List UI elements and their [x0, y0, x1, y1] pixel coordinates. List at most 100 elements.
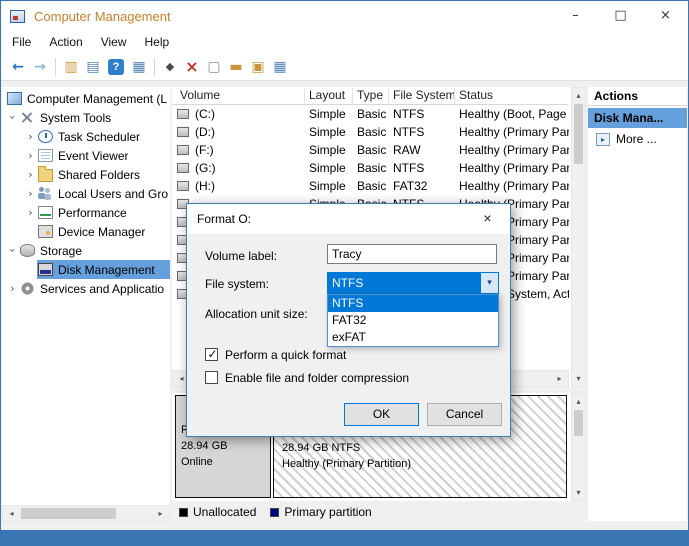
scroll-left-icon[interactable]: ◂	[3, 506, 20, 521]
chevron-right-icon[interactable]: ›	[24, 149, 37, 162]
export-list-icon[interactable]: ▤	[82, 56, 104, 78]
scroll-up-icon[interactable]: ▴	[572, 394, 585, 409]
more-actions-item[interactable]: ▸ More ...	[588, 128, 687, 150]
close-button[interactable]: ×	[643, 1, 688, 30]
quick-format-row[interactable]: ✓ Perform a quick format	[205, 347, 346, 362]
legend-label: Unallocated	[193, 505, 256, 519]
column-header-filesystem[interactable]: File System	[389, 87, 455, 104]
close-icon[interactable]: ×	[465, 204, 510, 233]
volume-status: Healthy (Primary Part	[455, 159, 569, 177]
chevron-right-icon[interactable]: ›	[24, 130, 37, 143]
storage-icon	[20, 244, 35, 257]
help-icon[interactable]: ?	[108, 59, 124, 75]
chevron-right-icon[interactable]: ›	[24, 206, 37, 219]
dropdown-option-ntfs[interactable]: NTFS	[328, 295, 498, 312]
table-row[interactable]: (F:) Simple Basic RAW Healthy (Primary P…	[172, 141, 569, 159]
chevron-right-icon[interactable]: ›	[6, 282, 19, 295]
dropdown-option-fat32[interactable]: FAT32	[328, 312, 498, 329]
sidebar-item-disk-management[interactable]: Disk Management	[2, 260, 170, 279]
menu-action[interactable]: Action	[40, 35, 91, 49]
volume-type: Basic	[353, 123, 389, 141]
sidebar-item-label: Disk Management	[58, 263, 155, 277]
volume-status: Healthy (Primary Part	[455, 177, 569, 195]
properties-icon[interactable]: ▦	[128, 56, 150, 78]
file-system-select[interactable]: NTFS ▾	[327, 272, 499, 294]
compression-row[interactable]: Enable file and folder compression	[205, 370, 409, 385]
notification-icon[interactable]: ◆	[159, 56, 181, 78]
performance-icon	[38, 206, 53, 219]
table-row[interactable]: (D:) Simple Basic NTFS Healthy (Primary …	[172, 123, 569, 141]
sidebar-item-computer-management[interactable]: Computer Management (L	[2, 89, 170, 108]
volume-layout: Simple	[305, 123, 353, 141]
sidebar-item-label: Computer Management (L	[27, 92, 167, 106]
chevron-down-icon[interactable]: ›	[6, 244, 19, 257]
dialog-title-bar[interactable]: Format O: ×	[187, 204, 510, 234]
volume-label-input[interactable]	[327, 244, 497, 264]
dropdown-option-exfat[interactable]: exFAT	[328, 329, 498, 346]
console-tree-pane: Computer Management (L › System Tools › …	[2, 87, 170, 505]
menu-help[interactable]: Help	[136, 35, 179, 49]
table-row[interactable]: (H:) Simple Basic FAT32 Healthy (Primary…	[172, 177, 569, 195]
file-system-value: NTFS	[328, 273, 481, 293]
format-dialog[interactable]: Format O: × Volume label: File system: N…	[186, 203, 511, 437]
menu-view[interactable]: View	[92, 35, 136, 49]
views-icon[interactable]: ▦	[269, 56, 291, 78]
more-actions-label: More ...	[616, 132, 657, 146]
open-folder-icon[interactable]: ▣	[247, 56, 269, 78]
quick-format-checkbox[interactable]: ✓	[205, 348, 218, 361]
task-scheduler-icon	[38, 130, 53, 143]
tree-horizontal-scrollbar[interactable]: ◂ ▸	[2, 505, 170, 522]
sidebar-item-performance[interactable]: › Performance	[2, 203, 170, 222]
forward-icon[interactable]: →	[29, 56, 51, 78]
volume-list-vertical-scrollbar[interactable]: ▴ ▾	[571, 87, 586, 387]
scroll-right-icon[interactable]: ▸	[551, 371, 568, 386]
scrollbar-thumb[interactable]	[574, 410, 583, 436]
delete-volume-icon[interactable]: ×	[181, 56, 203, 78]
file-system-label: File system:	[205, 277, 269, 291]
table-row[interactable]: (G:) Simple Basic NTFS Healthy (Primary …	[172, 159, 569, 177]
sidebar-item-system-tools[interactable]: › System Tools	[2, 108, 170, 127]
sidebar-item-event-viewer[interactable]: › Event Viewer	[2, 146, 170, 165]
sidebar-item-storage[interactable]: › Storage	[2, 241, 170, 260]
column-header-layout[interactable]: Layout	[305, 87, 353, 104]
chevron-right-icon[interactable]: ›	[24, 187, 37, 200]
scroll-down-icon[interactable]: ▾	[572, 371, 585, 386]
sidebar-item-services-applications[interactable]: › Services and Applicatio	[2, 279, 170, 298]
sidebar-item-shared-folders[interactable]: › Shared Folders	[2, 165, 170, 184]
show-console-tree-icon[interactable]: ▥	[60, 56, 82, 78]
volume-status: Healthy (Primary Part	[455, 141, 569, 159]
chevron-down-icon[interactable]: ›	[6, 111, 19, 124]
column-header-volume[interactable]: Volume	[172, 87, 305, 104]
new-volume-icon[interactable]: ▢	[203, 56, 225, 78]
scroll-up-icon[interactable]: ▴	[572, 88, 585, 103]
scrollbar-thumb[interactable]	[574, 104, 583, 164]
sidebar-item-local-users[interactable]: › Local Users and Gro	[2, 184, 170, 203]
chevron-down-icon[interactable]: ▾	[481, 273, 498, 293]
column-header-type[interactable]: Type	[353, 87, 389, 104]
sidebar-item-label: Event Viewer	[58, 149, 128, 163]
scroll-right-icon[interactable]: ▸	[152, 506, 169, 521]
scrollbar-thumb[interactable]	[21, 508, 116, 519]
chevron-right-icon[interactable]: ›	[24, 168, 37, 181]
ok-button[interactable]: OK	[344, 403, 419, 426]
menu-file[interactable]: File	[3, 35, 40, 49]
graphical-view-vertical-scrollbar[interactable]: ▴ ▾	[571, 393, 586, 501]
table-row[interactable]: (C:) Simple Basic NTFS Healthy (Boot, Pa…	[172, 105, 569, 123]
cancel-button[interactable]: Cancel	[427, 403, 502, 426]
drive-icon[interactable]: ▬	[225, 56, 247, 78]
actions-disk-management-section[interactable]: Disk Mana...	[588, 108, 687, 128]
column-header-status[interactable]: Status	[455, 87, 569, 104]
back-icon[interactable]: ←	[7, 56, 29, 78]
compression-checkbox[interactable]	[205, 371, 218, 384]
sidebar-item-device-manager[interactable]: Device Manager	[2, 222, 170, 241]
volume-icon	[177, 109, 189, 119]
title-bar[interactable]: Computer Management – □ ×	[1, 1, 688, 31]
computer-management-window: Computer Management – □ × File Action Vi…	[0, 0, 689, 546]
volume-icon	[177, 163, 189, 173]
scroll-down-icon[interactable]: ▾	[572, 485, 585, 500]
maximize-button[interactable]: □	[598, 1, 643, 30]
sidebar-item-task-scheduler[interactable]: › Task Scheduler	[2, 127, 170, 146]
disk-size: 28.94 GB	[181, 438, 270, 454]
partition-size: 28.94 GB NTFS	[282, 440, 566, 456]
minimize-button[interactable]: –	[553, 1, 598, 30]
